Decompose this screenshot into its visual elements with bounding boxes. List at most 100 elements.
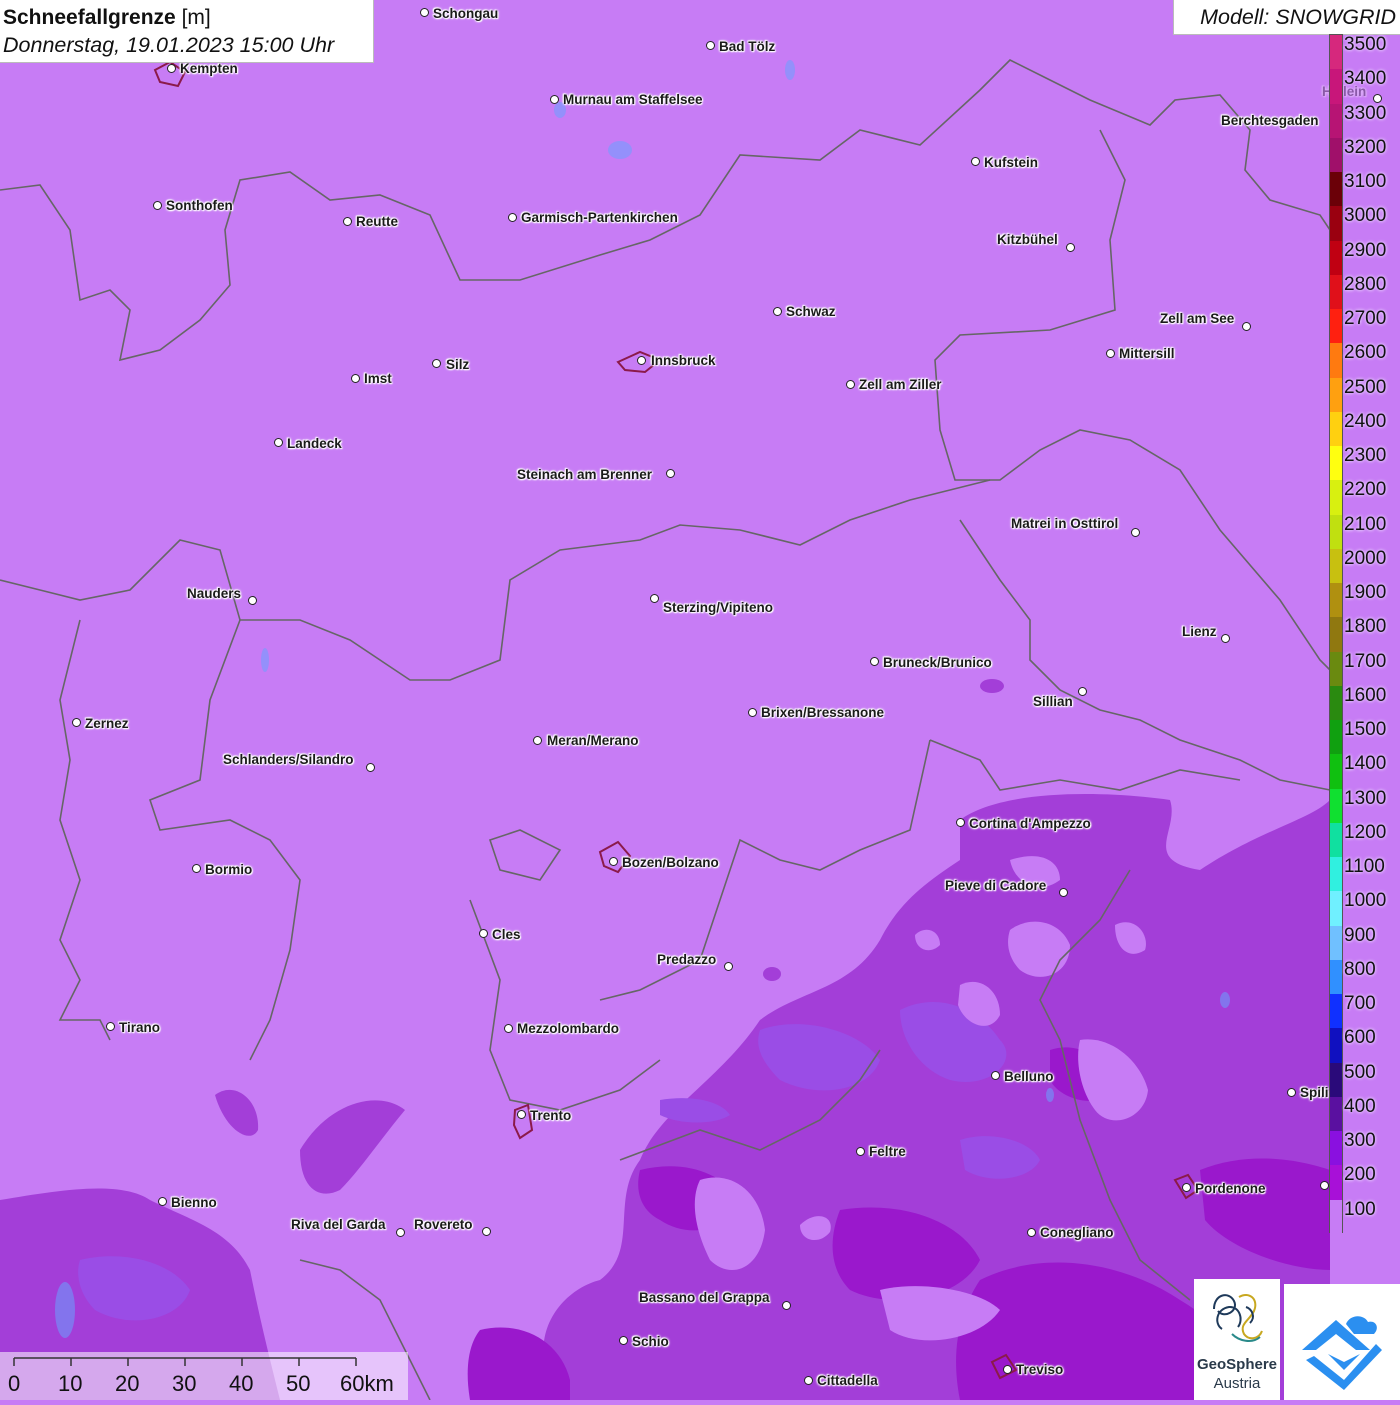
- map-title-box: Schneefallgrenze [m] Donnerstag, 19.01.2…: [0, 0, 374, 63]
- legend-color-segment: [1330, 1165, 1342, 1201]
- city-dot: [870, 657, 879, 666]
- legend-color-segment: [1330, 1028, 1342, 1064]
- city-dot: [706, 41, 715, 50]
- legend-label: 3100: [1344, 171, 1387, 193]
- map-datetime: Donnerstag, 19.01.2023 15:00 Uhr: [3, 33, 335, 57]
- legend-label: 2000: [1344, 547, 1387, 569]
- legend-color-segment: [1330, 480, 1342, 516]
- city-dot: [1373, 94, 1382, 103]
- legend-color-segment: [1330, 720, 1342, 755]
- legend-color-segment: [1330, 240, 1342, 276]
- legend-label: 2600: [1344, 342, 1387, 364]
- legend-color-segment: [1330, 1131, 1342, 1166]
- logo-text-line1: GeoSphere: [1196, 1356, 1278, 1373]
- app-logo-icon[interactable]: [1284, 1284, 1400, 1400]
- legend-label: 2800: [1344, 273, 1387, 295]
- snowfall-map[interactable]: Schongau Bad Tölz Kempten Murnau am Staf…: [0, 0, 1400, 1400]
- legend-color-segment: [1330, 891, 1342, 927]
- legend-label: 700: [1344, 993, 1376, 1015]
- legend-label: 1000: [1344, 890, 1387, 912]
- legend-label: 2500: [1344, 376, 1387, 398]
- city-dot: [158, 1197, 167, 1206]
- legend-label: 300: [1344, 1130, 1376, 1152]
- city-dot: [748, 708, 757, 717]
- legend-label: 2900: [1344, 239, 1387, 261]
- legend-label: 2400: [1344, 410, 1387, 432]
- legend-color-segment: [1330, 548, 1342, 584]
- city-dot: [1059, 888, 1068, 897]
- legend-color-segment: [1330, 309, 1342, 344]
- city-dot: [72, 718, 81, 727]
- legend-label: 900: [1344, 924, 1376, 946]
- city-dot: [550, 95, 559, 104]
- legend-color-segment: [1330, 377, 1342, 413]
- scale-label: 60km: [340, 1371, 394, 1396]
- legend-color-segment: [1330, 959, 1342, 995]
- city-dot: [1003, 1365, 1012, 1374]
- logo-text-line2: Austria: [1213, 1375, 1261, 1392]
- legend-label: 3000: [1344, 205, 1387, 227]
- legend-label: 3500: [1344, 34, 1387, 55]
- city-dot: [846, 380, 855, 389]
- city-dot: [351, 374, 360, 383]
- city-dot: [248, 596, 257, 605]
- legend-color-segment: [1330, 343, 1342, 379]
- city-dot: [274, 438, 283, 447]
- legend-color-segment: [1330, 925, 1342, 961]
- city-dot: [1221, 634, 1230, 643]
- city-dot: [396, 1228, 405, 1237]
- legend-color-segment: [1330, 583, 1342, 618]
- city-dot: [366, 763, 375, 772]
- legend-color-segment: [1330, 754, 1342, 790]
- legend-color-segment: [1330, 411, 1342, 447]
- legend-color-segment: [1330, 651, 1342, 687]
- legend-color-segment: [1330, 1199, 1342, 1235]
- legend-color-segment: [1330, 685, 1342, 721]
- scale-label: 50: [286, 1371, 311, 1396]
- legend-label: 1700: [1344, 650, 1387, 672]
- city-dot: [773, 307, 782, 316]
- legend-label: 600: [1344, 1027, 1376, 1049]
- scale-label: 30: [172, 1371, 197, 1396]
- legend-color-segment: [1330, 69, 1342, 104]
- city-dot: [991, 1071, 1000, 1080]
- legend-color-segment: [1330, 274, 1342, 310]
- legend-label: 2200: [1344, 479, 1387, 501]
- city-dot: [956, 818, 965, 827]
- legend-label: 2300: [1344, 445, 1387, 467]
- scale-label: 20: [115, 1371, 140, 1396]
- legend-color-segment: [1330, 788, 1342, 824]
- title-parameter: Schneefallgrenze: [3, 6, 176, 29]
- legend-color-segment: [1330, 35, 1342, 70]
- city-dot: [420, 8, 429, 17]
- legend-label: 3200: [1344, 136, 1387, 158]
- legend-label: 2100: [1344, 513, 1387, 535]
- legend-label: 3300: [1344, 102, 1387, 124]
- city-dot: [1182, 1183, 1191, 1192]
- legend-color-segment: [1330, 617, 1342, 653]
- city-dot: [609, 857, 618, 866]
- legend-label: 200: [1344, 1164, 1376, 1186]
- city-dot: [650, 594, 659, 603]
- city-dot: [153, 201, 162, 210]
- city-dot: [517, 1110, 526, 1119]
- city-dot: [192, 864, 201, 873]
- legend-label: 2700: [1344, 308, 1387, 330]
- geosphere-logo[interactable]: GeoSphere Austria: [1194, 1279, 1280, 1400]
- legend-label: 1100: [1344, 856, 1385, 878]
- city-dot: [856, 1147, 865, 1156]
- legend-label: 800: [1344, 958, 1376, 980]
- city-dot: [666, 469, 675, 478]
- city-dot: [1320, 1181, 1329, 1190]
- city-dot: [106, 1022, 115, 1031]
- snow-shovel-icon: [1302, 1316, 1382, 1390]
- legend-label: 1800: [1344, 616, 1387, 638]
- title-unit: [m]: [181, 6, 211, 29]
- model-label-box: Modell: SNOWGRID: [1173, 0, 1400, 35]
- legend-label: 400: [1344, 1095, 1376, 1117]
- legend-color-segment: [1330, 1096, 1342, 1132]
- city-dot: [619, 1336, 628, 1345]
- city-dot: [504, 1024, 513, 1033]
- city-dot: [724, 962, 733, 971]
- legend-color-segment: [1330, 103, 1342, 139]
